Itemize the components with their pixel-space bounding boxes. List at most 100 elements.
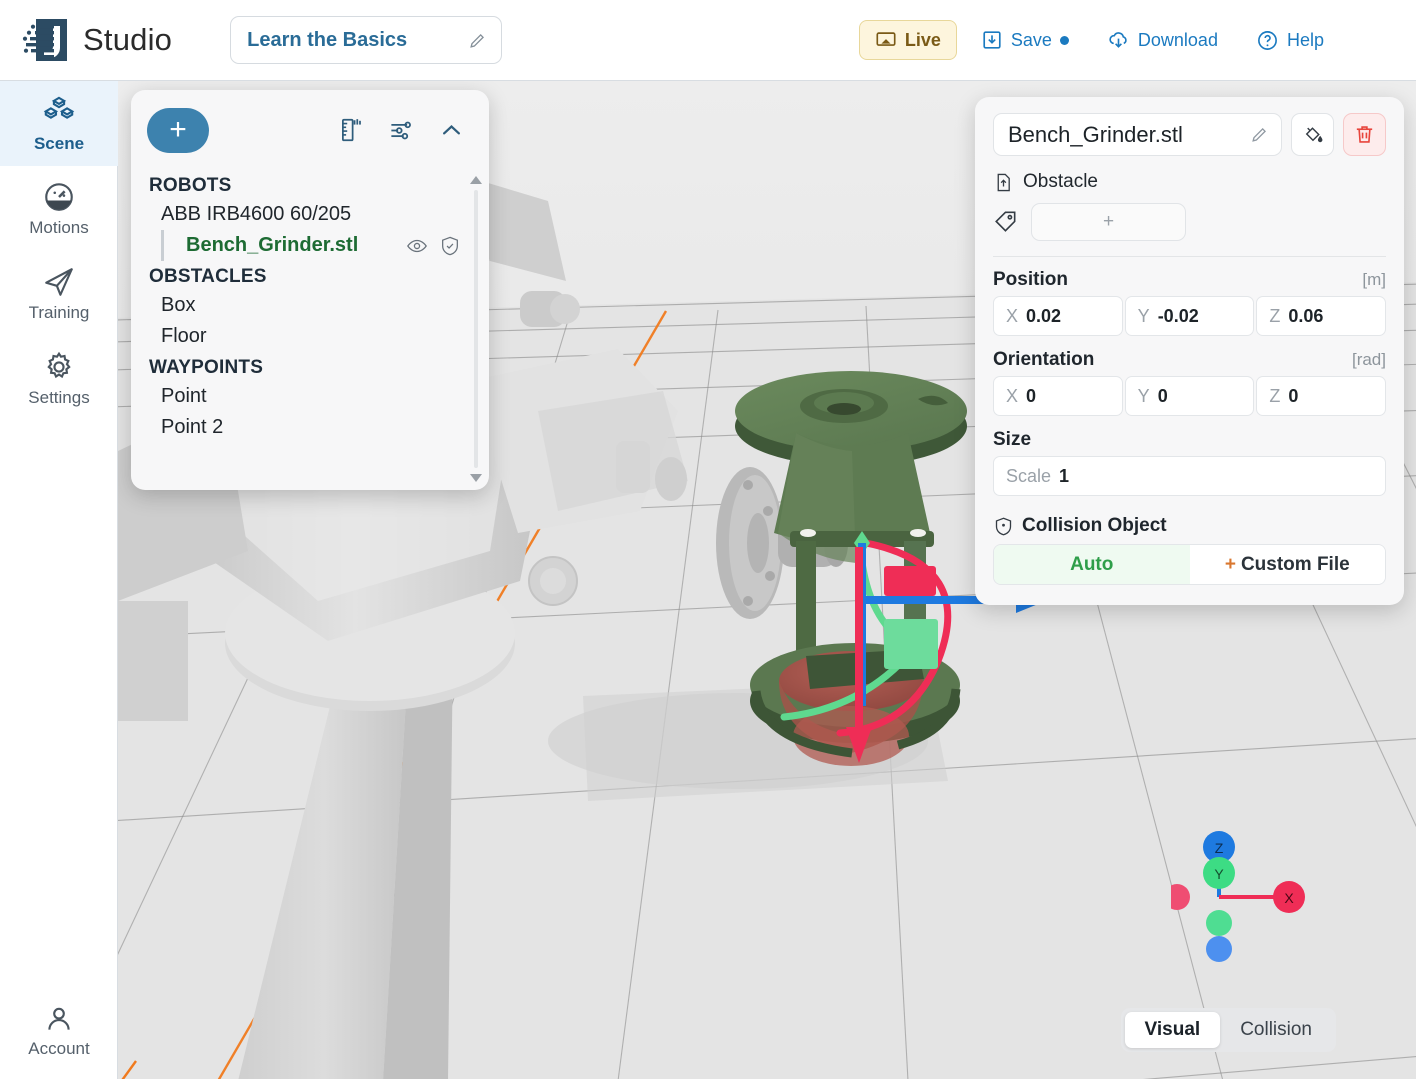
orientation-z-field[interactable]: Z 0 <box>1256 376 1387 416</box>
measure-button[interactable] <box>329 108 373 152</box>
measure-icon <box>342 118 361 142</box>
sidebar-item-scene[interactable]: Scene <box>0 81 118 166</box>
sidebar-label-settings: Settings <box>28 387 90 407</box>
scrollbar-track[interactable] <box>474 190 478 468</box>
save-download-icon <box>983 31 1001 49</box>
collision-auto-button[interactable]: Auto <box>994 545 1190 584</box>
panel-divider <box>993 256 1386 257</box>
collision-title: Collision Object <box>1022 515 1167 536</box>
tree-node-label: ABB IRB4600 60/205 <box>161 203 352 225</box>
position-unit: [m] <box>1362 270 1386 289</box>
sidebar-item-training[interactable]: Training <box>0 251 118 336</box>
paint-color-button[interactable] <box>1291 113 1334 156</box>
tree-node-label: Box <box>161 294 196 316</box>
tag-icon <box>995 211 1016 232</box>
sidebar-item-motions[interactable]: Motions <box>0 166 118 251</box>
tree-node-abb-irb4600[interactable]: ABB IRB4600 60/205 <box>149 199 489 230</box>
scene-tree-panel: + ROBOTS ABB IRB4600 60/205 Bench_Grinde… <box>131 90 489 490</box>
gizmo-label-y: Y <box>1214 866 1224 882</box>
eye-icon[interactable] <box>406 235 428 257</box>
toggle-collision[interactable]: Collision <box>1220 1012 1332 1048</box>
tree-node-box[interactable]: Box <box>149 290 489 321</box>
position-z-field[interactable]: Z 0.06 <box>1256 296 1387 336</box>
scene-tree-toolbar: + <box>131 90 489 170</box>
pencil-icon[interactable] <box>468 31 487 50</box>
save-modified-indicator <box>1059 35 1069 45</box>
add-object-label: + <box>169 113 187 146</box>
object-name-value: Bench_Grinder.stl <box>1008 121 1183 147</box>
position-z-axis-label: Z <box>1269 305 1281 326</box>
collision-custom-file-button[interactable]: + Custom File <box>1189 545 1385 584</box>
position-y-axis-label: Y <box>1137 305 1150 326</box>
position-y-field[interactable]: Y -0.02 <box>1124 296 1255 336</box>
tree-node-floor[interactable]: Floor <box>149 321 489 352</box>
orientation-y-field[interactable]: Y 0 <box>1124 376 1255 416</box>
gizmo-axis-neg-x[interactable] <box>1164 884 1190 910</box>
position-y-value: -0.02 <box>1157 305 1199 326</box>
object-type-row: Obstacle <box>993 171 1386 193</box>
save-label: Save <box>1010 29 1052 50</box>
position-title: Position <box>993 269 1068 290</box>
scene-tree-scrollbar[interactable] <box>469 174 483 484</box>
project-name-field[interactable]: Learn the Basics <box>230 16 503 64</box>
help-label: Help <box>1286 29 1324 50</box>
position-x-value: 0.02 <box>1026 305 1062 326</box>
pencil-icon[interactable] <box>1250 125 1269 144</box>
caret-down-icon[interactable] <box>469 472 483 484</box>
caret-up-icon[interactable] <box>469 174 483 186</box>
scene-tree-list[interactable]: ROBOTS ABB IRB4600 60/205 Bench_Grinder.… <box>131 170 489 490</box>
position-fields: X 0.02 Y -0.02 Z 0.06 <box>993 296 1387 336</box>
sidebar-item-settings[interactable]: Settings <box>0 336 118 421</box>
gizmo-label-z: Z <box>1215 840 1224 856</box>
position-z-value: 0.06 <box>1288 305 1324 326</box>
help-button[interactable]: Help <box>1242 20 1338 60</box>
size-title: Size <box>993 429 1032 450</box>
download-button[interactable]: Download <box>1093 20 1232 60</box>
collapse-panel-button[interactable] <box>429 108 473 152</box>
trash-icon <box>1356 126 1373 143</box>
sidebar-label-account: Account <box>28 1038 90 1058</box>
scale-value: 1 <box>1059 465 1070 486</box>
settings-sliders-button[interactable] <box>379 108 423 152</box>
orientation-y-value: 0 <box>1157 385 1168 406</box>
custom-file-plus: + <box>1224 553 1236 575</box>
position-x-field[interactable]: X 0.02 <box>993 296 1123 336</box>
orientation-x-field[interactable]: X 0 <box>993 376 1123 416</box>
tree-node-label: Bench_Grinder.stl <box>186 234 359 256</box>
shield-check-icon[interactable] <box>439 235 461 257</box>
chevron-up-icon <box>442 124 460 134</box>
tree-node-icons <box>406 235 461 257</box>
sidebar-label-scene: Scene <box>33 133 85 153</box>
sidebar-label-training: Training <box>28 302 90 322</box>
studio-logo-icon <box>22 19 67 61</box>
left-nav-rail: Scene Motions Training Settings Account <box>0 81 118 1079</box>
gizmo-axis-neg-y[interactable] <box>1206 910 1232 936</box>
add-object-button[interactable]: + <box>147 107 209 153</box>
tree-node-bench-grinder[interactable]: Bench_Grinder.stl <box>161 230 489 261</box>
toggle-visual[interactable]: Visual <box>1124 1012 1221 1048</box>
axis-orientation-gizmo[interactable]: Z Y X <box>1164 825 1321 975</box>
gizmo-label-x: X <box>1284 890 1294 906</box>
delete-object-button[interactable] <box>1343 113 1386 156</box>
add-tag-input[interactable]: + <box>1031 203 1186 241</box>
object-tag-row: + <box>993 203 1386 241</box>
paint-bucket-icon <box>1305 127 1323 143</box>
monitor-icon <box>876 32 896 46</box>
question-circle-icon <box>1258 30 1277 50</box>
tree-node-point[interactable]: Point <box>149 381 489 412</box>
sliders-icon <box>390 121 411 139</box>
object-name-field[interactable]: Bench_Grinder.stl <box>993 113 1282 156</box>
display-mode-toggle[interactable]: Visual Collision <box>1120 1008 1336 1052</box>
orientation-title: Orientation <box>993 349 1095 370</box>
sidebar-item-account[interactable]: Account <box>0 988 118 1073</box>
live-button[interactable]: Live <box>858 20 957 60</box>
size-section-header: Size <box>993 429 1386 451</box>
top-actions: Live Save Download Help <box>858 20 1338 60</box>
tree-node-label: Floor <box>161 325 207 347</box>
gizmo-axis-neg-z[interactable] <box>1206 936 1232 962</box>
orientation-y-axis-label: Y <box>1137 385 1150 406</box>
scale-field[interactable]: Scale 1 <box>993 456 1386 496</box>
tree-node-point-2[interactable]: Point 2 <box>149 412 489 443</box>
save-button[interactable]: Save <box>967 20 1083 60</box>
cubes-icon <box>43 96 75 119</box>
